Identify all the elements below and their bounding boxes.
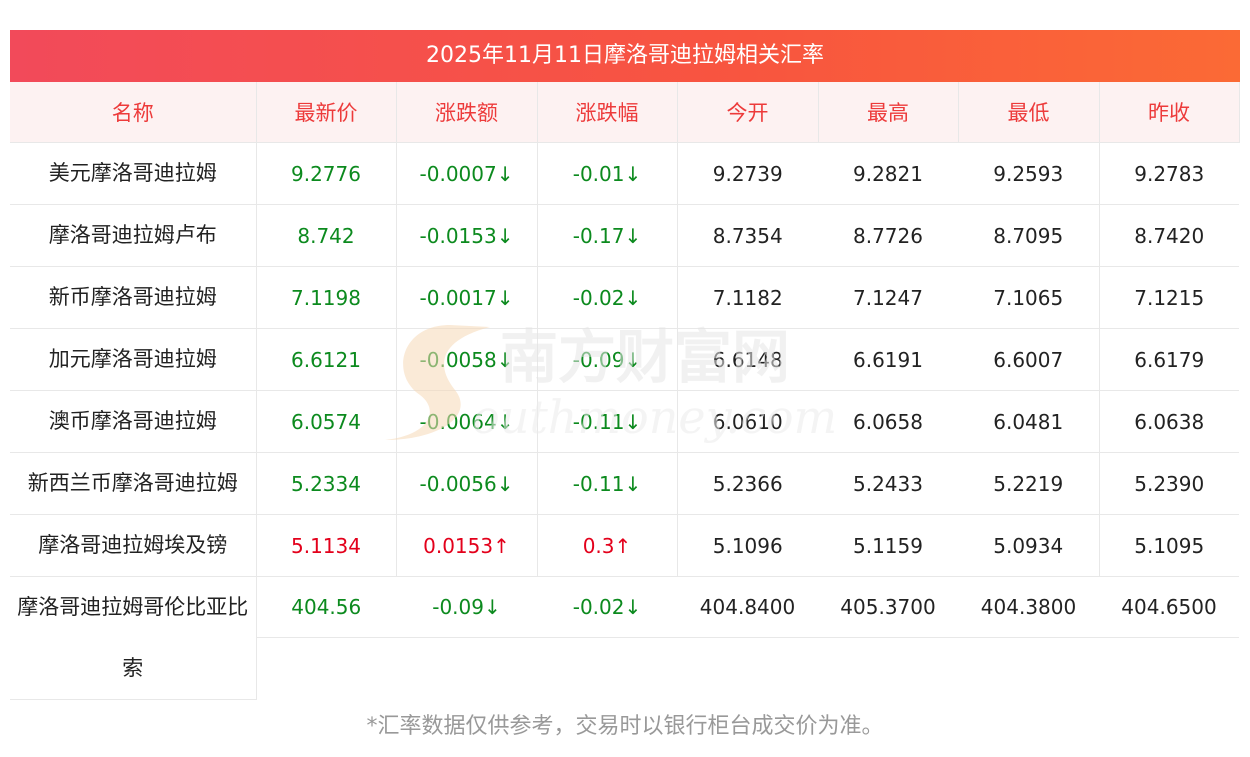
change-pct-cell: -0.01↓ xyxy=(537,142,678,205)
low-cell: 8.7095 xyxy=(958,204,1100,267)
latest-price-cell: 404.56 xyxy=(256,576,396,700)
change-cell: -0.0056↓ xyxy=(396,452,538,515)
high-cell: 5.1159 xyxy=(818,514,958,577)
low-cell: 404.3800 xyxy=(958,576,1099,700)
change-pct-cell: -0.09↓ xyxy=(537,328,678,391)
prev-close-cell: 5.1095 xyxy=(1099,514,1239,577)
table-header-row: 名称 最新价 涨跌额 涨跌幅 今开 最高 最低 昨收 xyxy=(10,82,1240,143)
prev-close-cell: 8.7420 xyxy=(1099,204,1239,267)
high-cell: 405.3700 xyxy=(818,576,958,700)
latest-price-cell: 5.2334 xyxy=(256,452,397,515)
table-row: 加元摩洛哥迪拉姆 6.6121 -0.0058↓ -0.09↓ 6.6148 6.6191… xyxy=(10,328,1239,391)
currency-pair-name: 新币摩洛哥迪拉姆 xyxy=(10,266,257,329)
column-header-open: 今开 xyxy=(677,82,819,143)
prev-close-cell: 7.1215 xyxy=(1099,266,1239,329)
currency-pair-name: 摩洛哥迪拉姆卢布 xyxy=(10,204,257,267)
prev-close-cell: 404.6500 xyxy=(1099,576,1239,700)
currency-pair-name: 澳币摩洛哥迪拉姆 xyxy=(10,390,257,453)
column-header-change: 涨跌额 xyxy=(396,82,538,143)
table-row: 摩洛哥迪拉姆卢布 8.742 -0.0153↓ -0.17↓ 8.7354 8.7726 8… xyxy=(10,204,1239,267)
column-header-prev-close: 昨收 xyxy=(1099,82,1240,143)
prev-close-cell: 5.2390 xyxy=(1099,452,1239,515)
change-pct-cell: -0.02↓ xyxy=(537,266,678,329)
change-cell: -0.0064↓ xyxy=(396,390,538,453)
table-row: 新币摩洛哥迪拉姆 7.1198 -0.0017↓ -0.02↓ 7.1182 7.1247… xyxy=(10,266,1239,329)
open-cell: 5.1096 xyxy=(677,514,818,577)
table-row: 美元摩洛哥迪拉姆 9.2776 -0.0007↓ -0.01↓ 9.2739 9.2821… xyxy=(10,142,1239,205)
latest-price-cell: 9.2776 xyxy=(256,142,397,205)
change-pct-cell: 0.3↑ xyxy=(537,514,678,577)
prev-close-cell: 9.2783 xyxy=(1099,142,1239,205)
open-cell: 7.1182 xyxy=(677,266,818,329)
column-header-name: 名称 xyxy=(10,82,257,143)
open-cell: 5.2366 xyxy=(677,452,818,515)
change-cell: -0.0153↓ xyxy=(396,204,538,267)
high-cell: 9.2821 xyxy=(818,142,958,205)
change-cell: 0.0153↑ xyxy=(396,514,538,577)
column-header-low: 最低 xyxy=(958,82,1100,143)
high-cell: 7.1247 xyxy=(818,266,958,329)
latest-price-cell: 6.0574 xyxy=(256,390,397,453)
page-title: 2025年11月11日摩洛哥迪拉姆相关汇率 xyxy=(10,30,1240,82)
open-cell: 6.0610 xyxy=(677,390,818,453)
open-cell: 9.2739 xyxy=(677,142,818,205)
open-cell: 6.6148 xyxy=(677,328,818,391)
low-cell: 6.6007 xyxy=(958,328,1100,391)
column-header-high: 最高 xyxy=(818,82,959,143)
table-row: 新西兰币摩洛哥迪拉姆 5.2334 -0.0056↓ -0.11↓ 5.2366 5.24… xyxy=(10,452,1239,515)
high-cell: 5.2433 xyxy=(818,452,958,515)
disclaimer-note: *汇率数据仅供参考，交易时以银行柜台成交价为准。 xyxy=(366,714,884,739)
high-cell: 8.7726 xyxy=(818,204,958,267)
prev-close-cell: 6.6179 xyxy=(1099,328,1239,391)
change-pct-cell: -0.11↓ xyxy=(537,452,678,515)
open-cell: 8.7354 xyxy=(677,204,818,267)
latest-price-cell: 5.1134 xyxy=(256,514,397,577)
currency-pair-name: 摩洛哥迪拉姆埃及镑 xyxy=(10,514,257,577)
low-cell: 5.0934 xyxy=(958,514,1100,577)
low-cell: 5.2219 xyxy=(958,452,1100,515)
low-cell: 9.2593 xyxy=(958,142,1100,205)
column-header-latest: 最新价 xyxy=(256,82,397,143)
change-cell: -0.0058↓ xyxy=(396,328,538,391)
latest-price-cell: 8.742 xyxy=(256,204,397,267)
high-cell: 6.0658 xyxy=(818,390,958,453)
low-cell: 6.0481 xyxy=(958,390,1100,453)
currency-pair-name: 新西兰币摩洛哥迪拉姆 xyxy=(10,452,257,515)
currency-pair-name: 加元摩洛哥迪拉姆 xyxy=(10,328,257,391)
change-cell: -0.09↓ xyxy=(396,576,537,700)
change-pct-cell: -0.02↓ xyxy=(537,576,677,700)
high-cell: 6.6191 xyxy=(818,328,958,391)
change-cell: -0.0007↓ xyxy=(396,142,538,205)
currency-pair-name: 美元摩洛哥迪拉姆 xyxy=(10,142,257,205)
column-header-change-pct: 涨跌幅 xyxy=(537,82,678,143)
latest-price-cell: 6.6121 xyxy=(256,328,397,391)
table-row: 摩洛哥迪拉姆哥伦比亚比索 404.56 -0.09↓ -0.02↓ 404.8400 40… xyxy=(10,576,1239,700)
currency-pair-name: 摩洛哥迪拉姆哥伦比亚比索 xyxy=(10,576,257,700)
exchange-rate-table: 名称 最新价 涨跌额 涨跌幅 今开 最高 最低 昨收 美元摩洛哥迪拉姆 9.277… xyxy=(10,82,1240,700)
table-row: 澳币摩洛哥迪拉姆 6.0574 -0.0064↓ -0.11↓ 6.0610 6.0658… xyxy=(10,390,1239,453)
change-cell: -0.0017↓ xyxy=(396,266,538,329)
prev-close-cell: 6.0638 xyxy=(1099,390,1239,453)
change-pct-cell: -0.17↓ xyxy=(537,204,678,267)
open-cell: 404.8400 xyxy=(677,576,818,700)
low-cell: 7.1065 xyxy=(958,266,1100,329)
table-row: 摩洛哥迪拉姆埃及镑 5.1134 0.0153↑ 0.3↑ 5.1096 5.1159 5.… xyxy=(10,514,1239,577)
latest-price-cell: 7.1198 xyxy=(256,266,397,329)
change-pct-cell: -0.11↓ xyxy=(537,390,678,453)
